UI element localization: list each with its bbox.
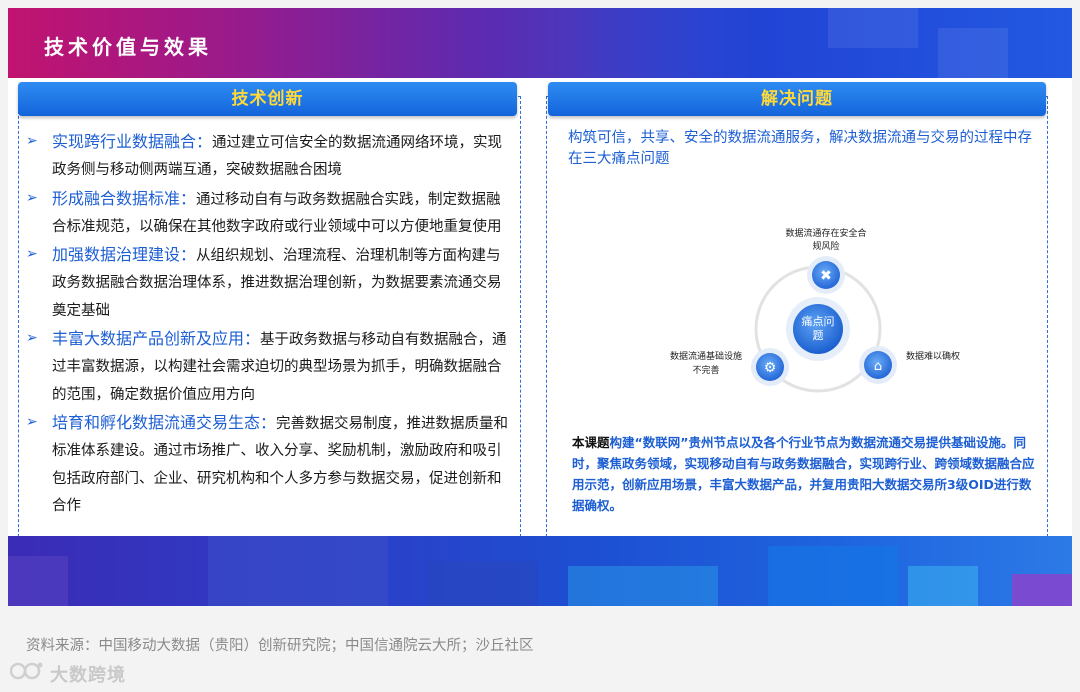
gear-icon: ⚙ — [764, 360, 777, 376]
house-icon: ⌂ — [874, 359, 882, 374]
arrow-icon: ➢ — [26, 189, 38, 206]
arrow-icon: ➢ — [26, 133, 38, 149]
top-label-1: 数据流通存在安全合 — [785, 227, 866, 239]
list-item: ➢ 加强数据治理建设：从组织规划、治理流程、治理机制等方面构建与政务数据融合数据治… — [26, 241, 514, 325]
left-label-1: 数据流通基础设施 — [670, 350, 742, 362]
left-heading: 技术创新 — [231, 89, 304, 109]
logo-mark-icon — [10, 662, 43, 680]
left-heading-bar: 技术创新 — [18, 82, 517, 116]
arrow-icon: ➢ — [26, 413, 38, 430]
arrow-icon: ➢ — [26, 330, 38, 347]
pain-points-diagram: 痛点问 题 ✖ ⌂ ⚙ 数据流通存在安全合 规风险 数据难以确权 数据流通基础设… — [670, 227, 960, 393]
innovation-list: ➢ 实现跨行业数据融合：通过建立可信安全的数据流通网络环境，实现政务侧与移动侧两端… — [26, 128, 514, 520]
right-heading-bar: 解决问题 — [548, 82, 1046, 116]
top-label-2: 规风险 — [812, 240, 839, 252]
source-note: 资料来源：中国移动大数据（贵阳）创新研究院；中国信通院云大所；沙丘社区 — [26, 638, 534, 654]
list-item: ➢ 丰富大数据产品创新及应用：基于政务数据与移动自有数据融合，通过丰富数据源，以构… — [26, 325, 514, 409]
brand-logo: 大数跨境 — [10, 658, 160, 686]
list-item: ➢ 实现跨行业数据融合：通过建立可信安全的数据流通网络环境，实现政务侧与移动侧两端… — [26, 128, 514, 185]
header-banner: 技术价值与效果 — [8, 8, 1072, 78]
list-item: ➢ 形成融合数据标准：通过移动自有与政务数据融合实践，制定数据融合标准规范，以确保… — [26, 185, 514, 242]
problem-intro: 构筑可信，共享、安全的数据流通服务，解决数据流通与交易的过程中存在三大痛点问题 — [568, 130, 1032, 167]
arrow-icon: ➢ — [26, 246, 38, 263]
project-summary: 本课题构建“数联网”贵州节点以及各个行业节点为数据流通交易提供基础设施。同时，聚… — [572, 435, 1035, 513]
center-label-2: 题 — [813, 329, 824, 342]
slide: 技术价值与效果 技术创新 解决问题 ➢ 实现跨行业数据融合：通过建立可信安全的数据… — [8, 8, 1072, 606]
page-title: 技术价值与效果 — [44, 35, 212, 59]
right-heading: 解决问题 — [761, 89, 833, 109]
footer-banner — [8, 536, 1072, 606]
center-label-1: 痛点问 — [802, 314, 835, 328]
right-label: 数据难以确权 — [906, 350, 960, 362]
list-item: ➢ 培育和孵化数据流通交易生态：完善数据交易制度，推进数据质量和标准体系建设。通过… — [26, 409, 514, 520]
left-label-2: 不完善 — [692, 364, 719, 376]
logo-text: 大数跨境 — [50, 665, 126, 686]
tools-icon: ✖ — [820, 268, 832, 284]
